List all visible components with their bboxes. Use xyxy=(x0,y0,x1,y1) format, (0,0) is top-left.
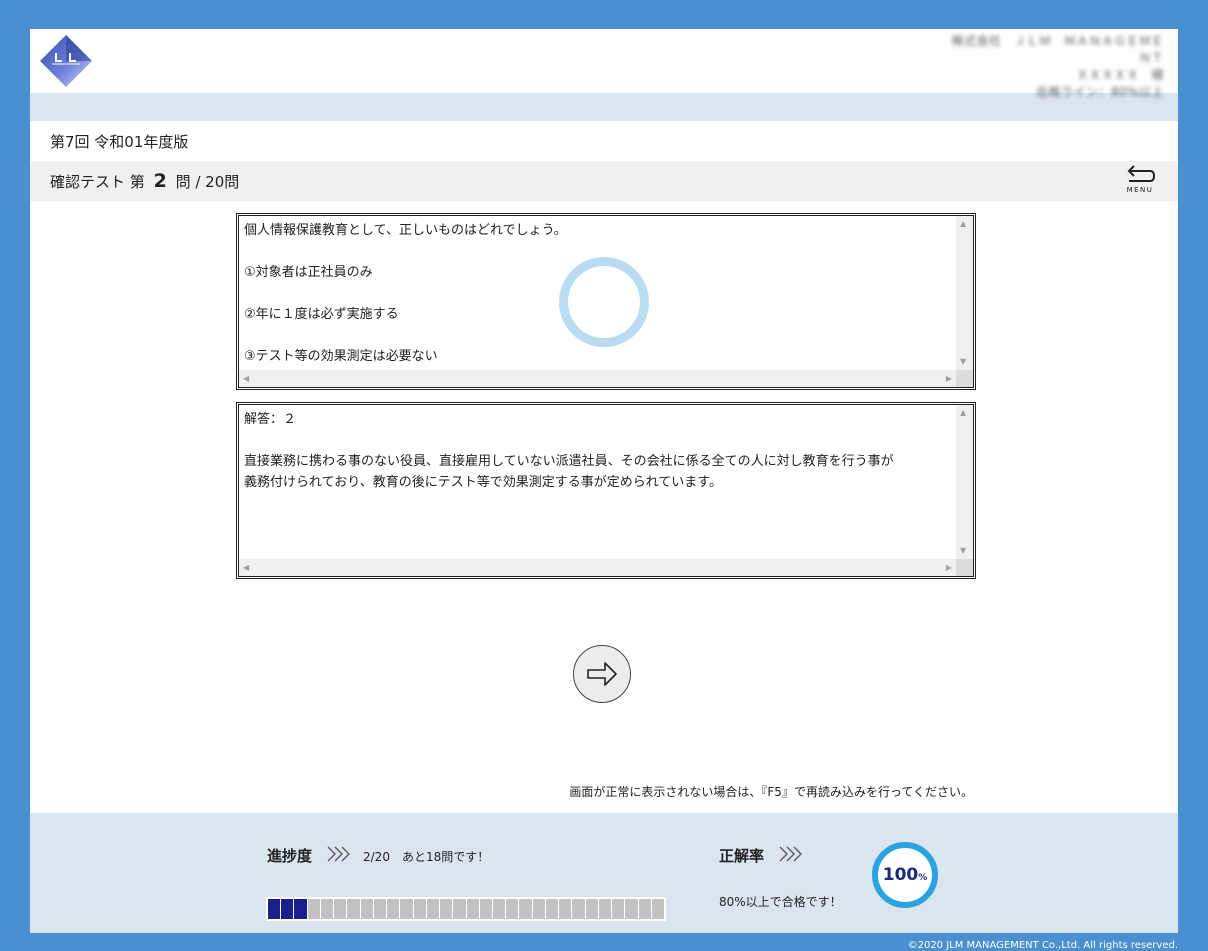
accuracy-gauge: 100% xyxy=(872,842,938,908)
progress-segment xyxy=(651,899,665,919)
progress-text: 2/20 あと18問です！ xyxy=(363,850,490,864)
progress-bar xyxy=(266,897,666,921)
scrollbar-corner xyxy=(956,370,973,387)
scroll-right-icon[interactable]: ▶ xyxy=(946,374,952,384)
progress-segment xyxy=(453,899,466,919)
footer-panel: 進捗度 2/20 あと18問です！ 正解率 80%以上で合格です！ 100% xyxy=(30,813,1178,933)
question-number: 2 xyxy=(153,170,167,192)
scrollbar-corner xyxy=(956,559,973,576)
user-info-line: ＸＸＸＸＸ 様 xyxy=(1076,68,1164,82)
answer-text: 解答：２ 直接業務に携わる事のない役員、直接雇用していない派遣社員、その会社に係… xyxy=(239,405,956,559)
progress-segment xyxy=(400,899,413,919)
progress-segment xyxy=(625,899,638,919)
scroll-left-icon[interactable]: ◀ xyxy=(243,563,249,573)
company-logo-icon xyxy=(38,33,94,89)
edition-title: 第7回 令和01年度版 xyxy=(30,121,1178,161)
progress-segment xyxy=(598,899,612,919)
question-prefix: 確認テスト 第 xyxy=(50,173,145,191)
app-window: 株式会社 ＪＬＭ ＭＡＮＡＧＥＭＥＮＴ ＸＸＸＸＸ 様 合格ライン：80%以上 … xyxy=(30,29,1178,933)
scroll-up-icon[interactable]: ▲ xyxy=(960,219,966,229)
progress-segment xyxy=(413,899,426,919)
progress-segment xyxy=(347,899,360,919)
progress-segment xyxy=(492,899,506,919)
menu-button[interactable]: MENU xyxy=(1122,163,1158,199)
copyright-text: ©2020 JLM MANAGEMENT Co.,Ltd. All rights… xyxy=(907,940,1178,951)
progress-segment xyxy=(479,899,492,919)
progress-segment xyxy=(387,899,400,919)
triple-chevron-icon xyxy=(779,846,802,862)
scroll-up-icon[interactable]: ▲ xyxy=(960,408,966,418)
progress-segment xyxy=(559,899,572,919)
next-question-button[interactable] xyxy=(573,645,631,703)
question-line: ③テスト等の効果測定は必要ない xyxy=(244,349,438,364)
triple-chevron-icon xyxy=(327,846,350,862)
progress-segment xyxy=(519,899,532,919)
vertical-scrollbar[interactable]: ▲ ▼ xyxy=(956,216,973,370)
pass-condition-text: 80%以上で合格です！ xyxy=(719,895,842,909)
header: 株式会社 ＪＬＭ ＭＡＮＡＧＥＭＥＮＴ ＸＸＸＸＸ 様 合格ライン：80%以上 xyxy=(30,29,1178,99)
scroll-right-icon[interactable]: ▶ xyxy=(946,563,952,573)
menu-label: MENU xyxy=(1126,186,1154,194)
accuracy-label: 正解率 xyxy=(719,847,765,865)
progress-segment xyxy=(440,899,453,919)
accuracy-unit: % xyxy=(918,873,928,883)
progress-segment xyxy=(612,899,625,919)
loading-spinner-icon xyxy=(559,257,649,347)
horizontal-scrollbar[interactable]: ◀ ▶ xyxy=(239,370,956,387)
progress-segment xyxy=(268,899,281,919)
question-line: 個人情報保護教育として、正しいものはどれでしょう。 xyxy=(244,223,567,238)
scroll-down-icon[interactable]: ▼ xyxy=(960,357,966,367)
progress-segment xyxy=(281,899,294,919)
progress-label: 進捗度 xyxy=(267,847,313,865)
progress-segment xyxy=(638,899,651,919)
progress-segment xyxy=(426,899,440,919)
answer-line: 義務付けられており、教育の後にテスト等で効果測定する事が定められています。 xyxy=(244,475,723,490)
question-bar: 確認テスト 第 2 問 / 20問 MENU xyxy=(30,161,1178,201)
progress-segment xyxy=(294,899,307,919)
progress-segment xyxy=(320,899,334,919)
progress-segment xyxy=(585,899,598,919)
answer-line: 直接業務に携わる事のない役員、直接雇用していない派遣社員、その会社に係る全ての人… xyxy=(244,454,894,469)
horizontal-scrollbar[interactable]: ◀ ▶ xyxy=(239,559,956,576)
answer-box[interactable]: 解答：２ 直接業務に携わる事のない役員、直接雇用していない派遣社員、その会社に係… xyxy=(236,402,976,579)
user-info-line: 株式会社 ＪＬＭ ＭＡＮＡＧＥＭＥＮＴ xyxy=(951,34,1164,65)
progress-segment xyxy=(506,899,519,919)
progress-segment xyxy=(307,899,320,919)
user-info-blurred: 株式会社 ＪＬＭ ＭＡＮＡＧＥＭＥＮＴ ＸＸＸＸＸ 様 合格ライン：80%以上 xyxy=(944,33,1164,101)
vertical-scrollbar[interactable]: ▲ ▼ xyxy=(956,405,973,559)
answer-line: 解答：２ xyxy=(244,412,297,427)
user-info-line: 合格ライン：80%以上 xyxy=(1035,85,1164,99)
question-suffix: 問 / 20問 xyxy=(175,173,240,191)
progress-segment xyxy=(360,899,373,919)
accuracy-value: 100 xyxy=(882,865,919,885)
progress-segment xyxy=(545,899,559,919)
arrow-right-icon xyxy=(587,662,617,686)
answer-line xyxy=(244,430,951,451)
progress-segment xyxy=(466,899,479,919)
progress-segment xyxy=(373,899,387,919)
back-arrow-icon xyxy=(1127,165,1155,182)
progress-segment xyxy=(334,899,347,919)
progress-segment xyxy=(532,899,545,919)
progress-segment xyxy=(572,899,585,919)
scroll-left-icon[interactable]: ◀ xyxy=(243,374,249,384)
scroll-down-icon[interactable]: ▼ xyxy=(960,546,966,556)
reload-notice: 画面が正常に表示されない場合は、『F5』で再読み込みを行ってください。 xyxy=(569,785,973,799)
